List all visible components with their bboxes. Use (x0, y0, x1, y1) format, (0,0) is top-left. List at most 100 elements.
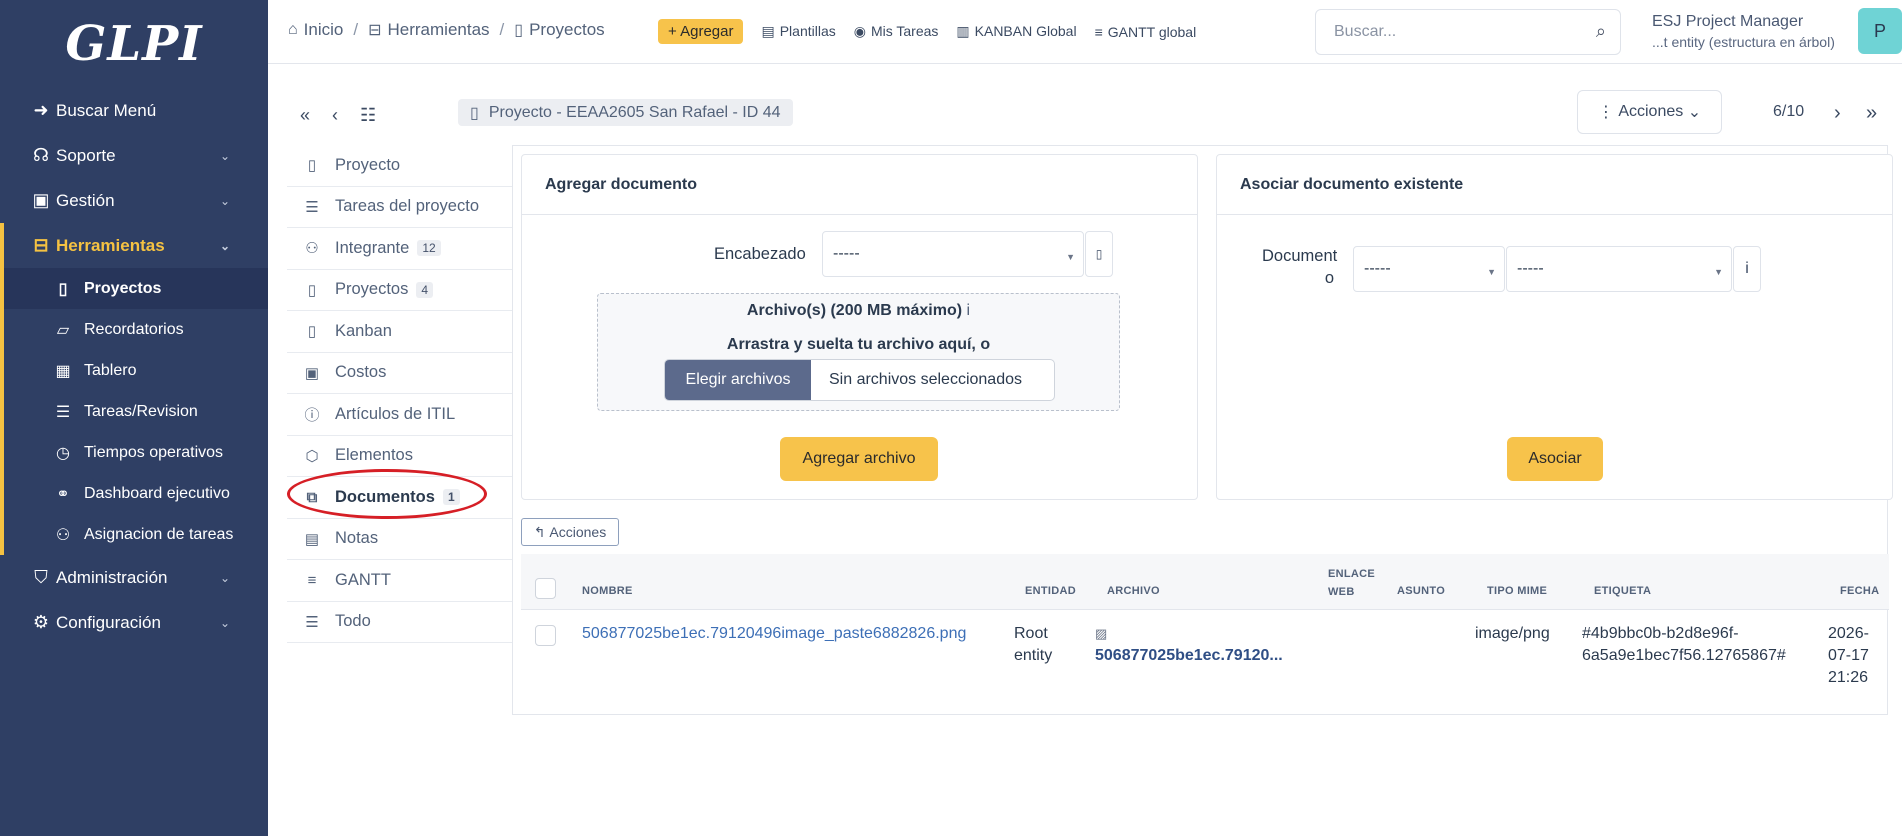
associate-button[interactable]: Asociar (1507, 437, 1603, 481)
tab-integrante[interactable]: ⚇ Integrante 12 (287, 228, 512, 270)
menu-buscar[interactable]: ➜ Buscar Menú (0, 88, 268, 133)
tab-label: Documentos (335, 487, 435, 506)
table-actions-label: Acciones (549, 524, 607, 540)
templates-link[interactable]: ▤ Plantillas (761, 23, 835, 40)
cube-icon: ⬡ (305, 447, 319, 465)
submenu-dashboard-ejecutivo[interactable]: ⚭ Dashboard ejecutivo (4, 473, 268, 514)
heading-select[interactable]: ----- ▼ (822, 231, 1084, 277)
tab-costos[interactable]: ▣ Costos (287, 352, 512, 394)
checklist-icon: ☰ (305, 198, 319, 216)
search-icon[interactable]: ⌕ (1596, 21, 1606, 42)
header-archivo[interactable]: ARCHIVO (1107, 585, 1160, 597)
menu-gestion[interactable]: ▣ Gestión ⌄ (0, 178, 268, 223)
caret-down-icon: ▼ (1487, 267, 1496, 277)
actions-dropdown[interactable]: ⋮ Acciones ⌄ (1577, 90, 1722, 134)
project-icon: ▯ (58, 280, 68, 298)
double-chevron-left-icon[interactable]: « (300, 105, 310, 126)
info-icon[interactable]: i (967, 302, 971, 319)
gantt-label: GANTT global (1107, 23, 1197, 40)
tab-label: Artículos de ITIL (335, 404, 456, 423)
avatar-initial: P (1873, 20, 1886, 41)
header-entidad[interactable]: ENTIDAD (1025, 585, 1076, 597)
documents-panel: Agregar documento Encabezado ----- ▼ ▯ A… (512, 145, 1893, 715)
table-header: NOMBRE ENTIDAD ARCHIVO ENLACE WEB ASUNTO… (521, 554, 1889, 610)
tab-itil[interactable]: ⓘ Artículos de ITIL (287, 394, 512, 436)
submenu-tareas-revision[interactable]: ☰ Tareas/Revision (4, 391, 268, 432)
add-button[interactable]: + Agregar (658, 19, 744, 44)
header-fecha[interactable]: FECHA (1840, 585, 1879, 597)
table-actions-button[interactable]: ↰ Acciones (521, 518, 619, 546)
row-checkbox[interactable] (535, 625, 556, 646)
submenu-tablero[interactable]: ▦ Tablero (4, 350, 268, 391)
tab-label: Elementos (335, 446, 413, 465)
add-heading-button[interactable]: ▯ (1085, 231, 1113, 277)
select-all-checkbox[interactable] (535, 578, 556, 599)
breadcrumb-separator: / (353, 20, 359, 39)
file-input[interactable]: Elegir archivos Sin archivos seleccionad… (664, 359, 1055, 401)
menu-configuracion[interactable]: ⚙ Configuración ⌄ (0, 600, 268, 645)
project-icon: ▯ (470, 104, 479, 122)
columns-icon: ▥ (956, 23, 970, 39)
header-asunto[interactable]: ASUNTO (1397, 585, 1445, 597)
file-link[interactable]: 506877025be1ec.79120... (1095, 645, 1283, 667)
breadcrumb-inicio[interactable]: Inicio (304, 20, 344, 40)
choose-files-button[interactable]: Elegir archivos (665, 360, 811, 400)
breadcrumb-proyectos[interactable]: Proyectos (529, 20, 605, 40)
avatar[interactable]: P (1858, 8, 1902, 54)
tab-label: Integrante (335, 238, 410, 257)
document-info-button[interactable]: i (1733, 246, 1761, 292)
header-tipo-mime[interactable]: TIPO MIME (1487, 585, 1547, 597)
kebab-icon: ⋮ (1597, 104, 1619, 121)
submenu-proyectos[interactable]: ▯ Proyectos (4, 268, 268, 309)
document-name-link[interactable]: 506877025be1ec.79120496image_paste688282… (582, 623, 966, 645)
menu-administracion[interactable]: ⛉ Administración ⌄ (0, 555, 268, 600)
add-file-button[interactable]: Agregar archivo (780, 437, 938, 481)
document-type-select[interactable]: ----- ▼ (1353, 246, 1505, 292)
glpi-logo[interactable]: GLPI (0, 0, 268, 88)
stack-icon: ☰ (305, 613, 319, 631)
tab-tareas[interactable]: ☰ Tareas del proyecto (287, 186, 512, 228)
user-menu[interactable]: ESJ Project Manager ...t entity (estruct… (1652, 12, 1835, 52)
my-tasks-label: Mis Tareas (870, 23, 939, 39)
submenu-asignacion[interactable]: ⚇ Asignacion de tareas (4, 514, 268, 555)
gantt-global-link[interactable]: ≡ GANTT global (1095, 24, 1197, 40)
tab-list: ▯ Proyecto ☰ Tareas del proyecto ⚇ Integran… (287, 145, 512, 643)
tab-badge: 12 (417, 240, 441, 257)
tab-proyecto[interactable]: ▯ Proyecto (287, 145, 512, 187)
file-dropzone[interactable]: Archivo(s) (200 MB máximo) i Arrastra y … (597, 293, 1120, 411)
search-list-icon[interactable]: ☷ (360, 105, 376, 126)
gear-icon: ⚙ (32, 612, 50, 632)
chevron-right-icon[interactable]: › (1834, 102, 1841, 125)
search-input[interactable]: Buscar... ⌕ (1315, 9, 1621, 55)
menu-herramientas[interactable]: ⊟ Herramientas ⌄ (0, 223, 268, 268)
document-label-line1: Document (1262, 247, 1338, 265)
tab-documentos[interactable]: ⧉ Documentos 1 (287, 477, 512, 519)
tab-gantt[interactable]: ≡ GANTT (287, 560, 512, 602)
tab-proyectos[interactable]: ▯ Proyectos 4 (287, 269, 512, 311)
select-value: ----- (1517, 260, 1544, 277)
kanban-global-link[interactable]: ▥ KANBAN Global (956, 23, 1076, 40)
header-etiqueta[interactable]: ETIQUETA (1594, 585, 1651, 597)
tab-todo[interactable]: ☰ Todo (287, 601, 512, 643)
header-enlace-web[interactable]: ENLACE WEB (1328, 565, 1375, 601)
tab-kanban[interactable]: ▯ Kanban (287, 311, 512, 353)
double-chevron-right-icon[interactable]: » (1866, 102, 1877, 125)
image-file-icon: ▨ (1095, 626, 1108, 641)
my-tasks-link[interactable]: ◉ Mis Tareas (854, 23, 939, 40)
header-nombre[interactable]: NOMBRE (582, 585, 633, 597)
tab-elementos[interactable]: ⬡ Elementos (287, 435, 512, 477)
breadcrumb: ⌂ Inicio / ⊟ Herramientas / ▯ Proyectos (288, 20, 605, 40)
submenu-recordatorios[interactable]: ▱ Recordatorios (4, 309, 268, 350)
chevron-left-icon[interactable]: ‹ (332, 105, 338, 126)
menu-soporte[interactable]: ☊ Soporte ⌄ (0, 133, 268, 178)
arrow-right-icon: ➜ (33, 100, 49, 120)
drag-text: Arrastra y suelta tu archivo aquí, o (726, 336, 991, 353)
breadcrumb-herramientas[interactable]: Herramientas (388, 20, 490, 40)
tab-label: Proyecto (335, 155, 401, 174)
menu-label: Administración (56, 567, 168, 587)
menu-label: Configuración (56, 612, 161, 632)
submenu-tiempos[interactable]: ◷ Tiempos operativos (4, 432, 268, 473)
document-select[interactable]: ----- ▼ (1506, 246, 1732, 292)
add-document-title: Agregar documento (522, 155, 1197, 215)
tab-notas[interactable]: ▤ Notas (287, 518, 512, 560)
